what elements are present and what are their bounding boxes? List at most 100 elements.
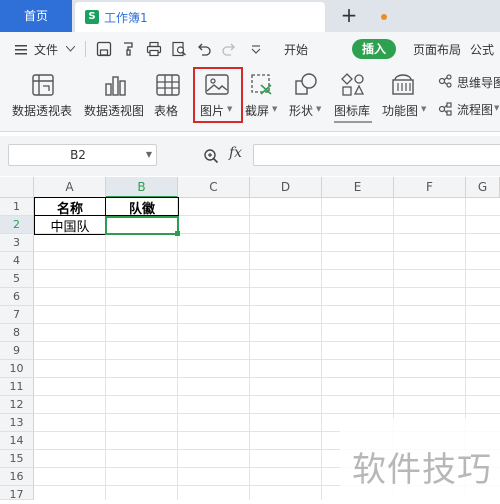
function-chart-label: 功能图 [382, 104, 419, 118]
function-chart-dropdown-icon[interactable]: ▼ [421, 105, 426, 113]
mind-map-button[interactable]: 思维导图 [438, 66, 500, 94]
column-header-d[interactable]: D [250, 177, 322, 198]
table-icon [156, 74, 180, 96]
shapes-icon [295, 73, 317, 95]
row-header[interactable]: 10 [0, 360, 34, 378]
print-icon[interactable] [146, 41, 162, 57]
table-button[interactable]: 表格 [153, 66, 183, 132]
flowchart-button[interactable]: 流程图 ▼ [438, 100, 500, 126]
flowchart-label: 流程图 [457, 103, 494, 117]
row-header[interactable]: 15 [0, 450, 34, 468]
row-header[interactable]: 12 [0, 396, 34, 414]
shapes-button[interactable]: 形状 ▼ [289, 66, 325, 132]
pivot-chart-label: 数据透视图 [84, 104, 145, 118]
underline [334, 121, 372, 123]
save-icon[interactable] [96, 41, 112, 57]
grid-line [249, 198, 250, 500]
screenshot-icon [251, 74, 272, 95]
grid-line [34, 251, 500, 252]
selected-cell-b2[interactable] [105, 216, 179, 235]
shapes-dropdown-icon[interactable]: ▼ [316, 105, 321, 113]
screenshot-dropdown-icon[interactable]: ▼ [272, 105, 277, 113]
hamburger-icon[interactable] [15, 45, 27, 55]
menu-start[interactable]: 开始 [284, 41, 308, 58]
unsaved-dot-icon [381, 14, 387, 20]
column-header-f[interactable]: F [394, 177, 466, 198]
undo-icon[interactable] [196, 41, 212, 57]
cell-a1[interactable]: 名称 [34, 198, 106, 217]
select-all-corner[interactable] [0, 177, 34, 198]
print-preview-icon[interactable] [171, 41, 187, 57]
cell-reference: B2 [70, 148, 86, 162]
column-header-b[interactable]: B [106, 177, 178, 198]
screenshot-button[interactable]: 截屏 ▼ [245, 66, 281, 132]
row-header[interactable]: 11 [0, 378, 34, 396]
menu-file[interactable]: 文件 [34, 41, 58, 58]
row-header[interactable]: 8 [0, 324, 34, 342]
row-header[interactable]: 5 [0, 270, 34, 288]
chevron-down-icon[interactable] [66, 46, 75, 52]
watermark: 软件技巧 [340, 418, 500, 500]
column-header-c[interactable]: C [178, 177, 250, 198]
pivot-table-button[interactable]: 数据透视表 [10, 66, 76, 132]
grid-line [34, 359, 500, 360]
pivot-chart-icon [105, 76, 126, 96]
tab-home[interactable]: 首页 [0, 0, 72, 32]
tab-document[interactable]: S 工作簿1 [75, 2, 387, 32]
row-header[interactable]: 16 [0, 468, 34, 486]
ribbon-insert: 数据透视表 数据透视图 表格 图片 ▼ 截屏 ▼ 形状 ▼ 图标库 功能图 ▼ … [0, 66, 500, 132]
row-header[interactable]: 1 [0, 198, 34, 216]
grid-line [34, 305, 500, 306]
flowchart-dropdown-icon[interactable]: ▼ [494, 104, 499, 112]
grid-line [34, 323, 500, 324]
customize-dropdown-icon[interactable] [248, 41, 264, 57]
function-chart-icon [392, 74, 414, 95]
row-header[interactable]: 14 [0, 432, 34, 450]
row-header[interactable]: 9 [0, 342, 34, 360]
menu-insert[interactable]: 插入 [352, 39, 396, 59]
cell-a2[interactable]: 中国队 [34, 216, 106, 235]
row-header[interactable]: 3 [0, 234, 34, 252]
column-header-a[interactable]: A [34, 177, 106, 198]
grid-line [321, 198, 322, 500]
grid-line [34, 269, 500, 270]
screenshot-label: 截屏 [245, 104, 270, 118]
formula-bar: B2 ▼ fx [0, 136, 500, 176]
row-header[interactable]: 6 [0, 288, 34, 306]
fill-handle[interactable] [175, 231, 180, 236]
tab-bar: 首页 S 工作簿1 + [0, 0, 500, 32]
name-box[interactable]: B2 ▼ [8, 144, 157, 166]
cell-b1[interactable]: 队徽 [106, 198, 178, 217]
row-header[interactable]: 13 [0, 414, 34, 432]
zoom-icon[interactable] [203, 148, 219, 164]
document-title: 工作簿1 [104, 11, 148, 25]
spreadsheet-icon: S [85, 10, 99, 24]
column-header-g[interactable]: G [466, 177, 500, 198]
row-header[interactable]: 17 [0, 486, 34, 501]
picture-highlight-box [193, 67, 243, 123]
grid-line [177, 198, 178, 500]
menu-page-layout[interactable]: 页面布局 [413, 41, 461, 58]
icon-library-icon [341, 73, 365, 96]
watermark-text: 软件技巧 [352, 450, 492, 490]
grid-line [34, 341, 500, 342]
pivot-chart-button[interactable]: 数据透视图 [82, 66, 148, 132]
menu-formula[interactable]: 公式 [470, 41, 494, 58]
fx-icon[interactable]: fx [229, 145, 242, 161]
redo-icon[interactable] [221, 41, 237, 57]
menu-bar: 文件 开始 插入 页面布局 公式 [0, 32, 500, 66]
row-header[interactable]: 2 [0, 216, 34, 234]
new-tab-button[interactable]: + [339, 4, 359, 26]
chevron-down-icon[interactable]: ▼ [146, 145, 152, 165]
row-header[interactable]: 7 [0, 306, 34, 324]
function-chart-button[interactable]: 功能图 ▼ [382, 66, 430, 132]
row-header[interactable]: 4 [0, 252, 34, 270]
mind-map-icon [438, 74, 452, 88]
table-label: 表格 [154, 104, 179, 118]
grid-line [105, 198, 106, 500]
grid-line [34, 287, 500, 288]
icon-library-button[interactable]: 图标库 [334, 66, 372, 132]
column-header-e[interactable]: E [322, 177, 394, 198]
format-painter-icon[interactable] [121, 41, 137, 57]
formula-input[interactable] [253, 144, 500, 166]
